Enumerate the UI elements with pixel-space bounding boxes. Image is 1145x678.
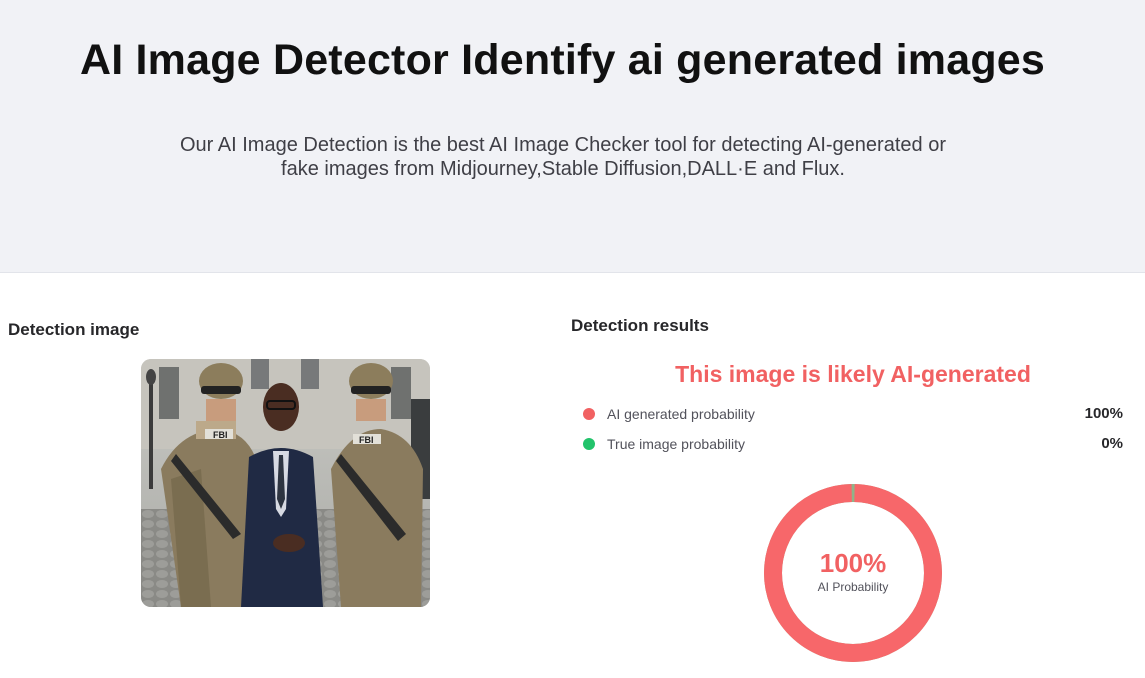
verdict-headline: This image is likely AI-generated <box>675 361 1031 387</box>
donut-percent: 100% <box>819 548 887 578</box>
subtitle-line-1: Our AI Image Detection is the best AI Im… <box>180 134 946 156</box>
vest-label-right: FBI <box>359 435 374 445</box>
vest-label-left: FBI <box>213 430 228 440</box>
true-legend-dot <box>583 438 595 450</box>
true-probability-label: True image probability <box>607 436 745 452</box>
page-subtitle: Our AI Image Detection is the best AI Im… <box>153 133 973 181</box>
donut-caption: AI Probability <box>817 580 889 594</box>
donut-center-label: 100% AI Probability <box>764 548 942 594</box>
ai-legend-dot <box>583 408 595 420</box>
detection-image-label: Detection image <box>8 320 140 339</box>
ai-probability-row: AI generated probability 100% <box>583 403 1123 425</box>
hero-section: AI Image Detector Identify ai generated … <box>0 0 1145 273</box>
subtitle-line-2: fake images from Midjourney,Stable Diffu… <box>281 158 845 180</box>
page-title: AI Image Detector Identify ai generated … <box>79 36 1046 84</box>
detection-results-label: Detection results <box>571 316 709 335</box>
uploaded-photo: FBI FBI <box>141 359 430 607</box>
ai-probability-value: 100% <box>1084 405 1123 422</box>
true-probability-value: 0% <box>1101 435 1123 452</box>
true-probability-row: True image probability 0% <box>583 433 1123 455</box>
ai-probability-label: AI generated probability <box>607 406 755 422</box>
